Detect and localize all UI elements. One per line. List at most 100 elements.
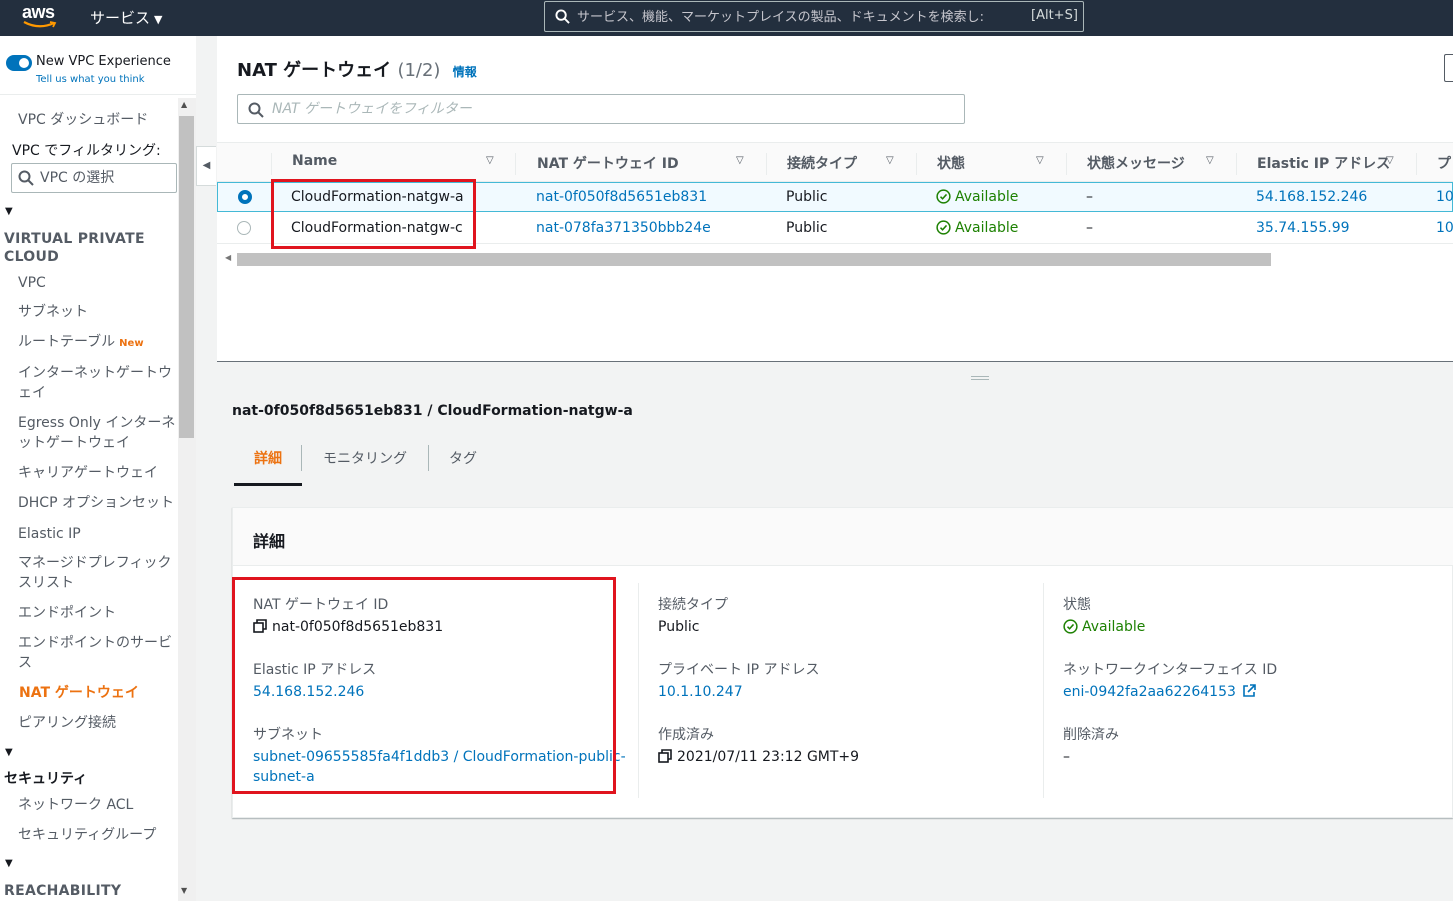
eni-link[interactable]: eni-0942fa2aa62264153 xyxy=(1063,684,1257,700)
sidebar-item-elastic-ip[interactable]: Elastic IP xyxy=(18,524,178,544)
check-circle-icon xyxy=(936,189,951,204)
sidebar-item-subnets[interactable]: サブネット xyxy=(18,302,178,322)
sort-caret-icon[interactable]: ▽ xyxy=(1206,155,1214,166)
tab-details[interactable]: 詳細 xyxy=(254,448,282,468)
tab-separator xyxy=(301,445,302,471)
sidebar-item-peering-connections[interactable]: ピアリング接続 xyxy=(18,713,178,733)
aws-smile-icon xyxy=(23,21,57,28)
cell-elastic-ip[interactable]: 35.74.155.99 xyxy=(1256,220,1350,236)
row-radio[interactable] xyxy=(237,221,251,235)
sort-caret-icon[interactable]: ▽ xyxy=(1036,155,1044,166)
cell-state-message: – xyxy=(1086,189,1093,205)
scroll-down-arrow-icon[interactable]: ▼ xyxy=(181,886,187,895)
sidebar-item-internet-gateways[interactable]: インターネットゲートウェイ xyxy=(18,363,178,403)
cell-state: Available xyxy=(936,220,1018,236)
sort-caret-icon[interactable]: ▽ xyxy=(886,155,894,166)
new-badge: New xyxy=(119,338,144,349)
state-label: 状態 xyxy=(1063,597,1091,613)
column-separator[interactable] xyxy=(1236,153,1237,175)
collapse-triangle-icon[interactable]: ▼ xyxy=(5,747,13,758)
sidebar-item-nat-gateways[interactable]: NAT ゲートウェイ xyxy=(19,683,179,703)
private-ip-label: プライベート IP アドレス xyxy=(658,662,820,678)
column-header-connectivity[interactable]: 接続タイプ xyxy=(787,153,857,173)
cell-private-ip[interactable]: 10 xyxy=(1436,220,1453,236)
scroll-left-arrow-icon[interactable]: ◀ xyxy=(225,253,231,262)
sidebar-item-endpoint-services[interactable]: エンドポイントのサービス xyxy=(18,633,178,673)
resize-grip-icon[interactable] xyxy=(971,376,989,380)
tab-separator xyxy=(428,445,429,471)
divider xyxy=(0,94,196,95)
column-header-state-message[interactable]: 状態メッセージ xyxy=(1087,153,1185,173)
column-separator xyxy=(638,583,639,798)
created-label: 作成済み xyxy=(658,727,714,743)
filter-input[interactable] xyxy=(272,99,952,119)
info-link[interactable]: 情報 xyxy=(453,65,477,79)
collapse-triangle-icon[interactable]: ▼ xyxy=(5,206,13,217)
connectivity-label: 接続タイプ xyxy=(658,597,728,613)
tab-tags[interactable]: タグ xyxy=(449,448,477,468)
connectivity-value: Public xyxy=(658,619,700,635)
scroll-up-arrow-icon[interactable]: ▲ xyxy=(181,100,187,109)
vpc-select[interactable] xyxy=(11,163,177,193)
sidebar-scroll-thumb[interactable] xyxy=(179,116,194,438)
sort-caret-icon[interactable]: ▽ xyxy=(486,155,494,166)
sidebar-item-route-tables[interactable]: ルートテーブル New xyxy=(18,332,178,354)
table-horizontal-scrollbar[interactable]: ◀ xyxy=(217,250,1453,268)
sidebar-item-vpc[interactable]: VPC xyxy=(18,273,178,293)
column-header-name[interactable]: Name xyxy=(292,153,337,169)
global-search-input[interactable] xyxy=(577,6,1077,28)
scroll-thumb[interactable] xyxy=(237,253,1271,266)
column-header-private-ip[interactable]: プ xyxy=(1437,153,1451,173)
sidebar-item-endpoints[interactable]: エンドポイント xyxy=(18,603,178,623)
sidebar-item-network-acls[interactable]: ネットワーク ACL xyxy=(18,795,178,815)
column-separator[interactable] xyxy=(515,153,516,175)
aws-logo[interactable]: aws xyxy=(22,2,62,32)
chevron-left-icon: ◀ xyxy=(202,160,211,171)
services-menu[interactable]: サービス ▼ xyxy=(90,7,162,28)
sort-caret-icon[interactable]: ▽ xyxy=(736,155,744,166)
sidebar-item-carrier-gateways[interactable]: キャリアゲートウェイ xyxy=(18,463,178,483)
cell-nat-id-link[interactable]: nat-0f050f8d5651eb831 xyxy=(536,189,707,205)
new-vpc-experience-toggle[interactable] xyxy=(6,55,32,71)
cell-nat-id-link[interactable]: nat-078fa371350bbb24e xyxy=(536,220,711,236)
external-link-icon xyxy=(1243,684,1257,697)
column-header-state[interactable]: 状態 xyxy=(937,153,965,173)
feedback-link[interactable]: Tell us what you think xyxy=(36,74,145,85)
sidebar-item-egress-only-igw[interactable]: Egress Only インターネットゲートウェイ xyxy=(18,413,178,453)
created-value: 2021/07/11 23:12 GMT+9 xyxy=(658,749,859,765)
sort-caret-icon[interactable]: ▽ xyxy=(1386,155,1394,166)
private-ip-link[interactable]: 10.1.10.247 xyxy=(658,684,743,700)
global-search[interactable]: [Alt+S] xyxy=(544,1,1084,32)
collapse-triangle-icon[interactable]: ▼ xyxy=(5,858,13,869)
copy-icon[interactable] xyxy=(658,749,672,763)
sidebar-item-dhcp-options[interactable]: DHCP オプションセット xyxy=(18,493,178,513)
vpc-select-input[interactable] xyxy=(40,168,170,188)
sidebar-item-vpc-dashboard[interactable]: VPC ダッシュボード xyxy=(18,110,178,130)
deleted-value: – xyxy=(1063,749,1070,765)
column-separator[interactable] xyxy=(1416,153,1417,175)
filter-box[interactable] xyxy=(237,94,965,124)
search-icon xyxy=(555,9,570,24)
column-separator[interactable] xyxy=(766,153,767,175)
sidebar-collapse-button[interactable]: ◀ xyxy=(196,146,216,186)
split-panel-divider[interactable] xyxy=(217,361,1453,362)
toggle-label: New VPC Experience xyxy=(36,54,171,69)
sidebar-item-security-groups[interactable]: セキュリティグループ xyxy=(18,825,178,845)
section-security[interactable]: セキュリティ xyxy=(4,770,174,788)
caret-down-icon: ▼ xyxy=(154,13,163,26)
detail-title: nat-0f050f8d5651eb831 / CloudFormation-n… xyxy=(232,403,633,419)
active-tab-indicator xyxy=(234,483,302,486)
tab-monitoring[interactable]: モニタリング xyxy=(323,448,407,468)
column-header-elastic-ip[interactable]: Elastic IP アドレス xyxy=(1257,153,1390,173)
column-separator[interactable] xyxy=(1066,153,1067,175)
row-radio-selected[interactable] xyxy=(238,190,252,204)
page-title: NAT ゲートウェイ (1/2) 情報 xyxy=(237,60,477,81)
sidebar-item-managed-prefix-lists[interactable]: マネージドプレフィックスリスト xyxy=(18,553,178,593)
actions-button[interactable] xyxy=(1444,54,1453,82)
section-virtual-private-cloud[interactable]: VIRTUAL PRIVATE CLOUD xyxy=(4,230,174,266)
cell-private-ip[interactable]: 10 xyxy=(1436,189,1453,205)
cell-elastic-ip[interactable]: 54.168.152.246 xyxy=(1256,189,1367,205)
section-reachability[interactable]: REACHABILITY xyxy=(4,882,174,900)
column-header-nat-id[interactable]: NAT ゲートウェイ ID xyxy=(537,153,679,173)
column-separator[interactable] xyxy=(916,153,917,175)
